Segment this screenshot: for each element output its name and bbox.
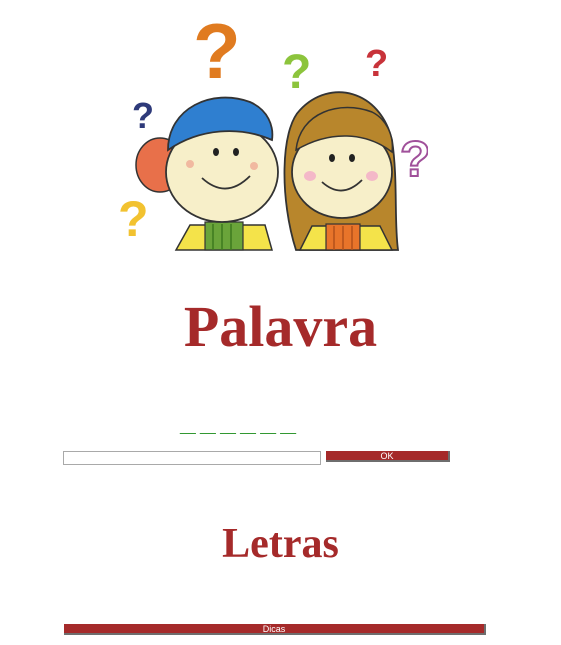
- page-title: Palavra: [183, 294, 378, 359]
- kids-question-illustration: ? ? ? ? ? ?: [118, 7, 428, 251]
- boy-character: [135, 96, 279, 251]
- hints-button[interactable]: Dicas: [64, 624, 486, 635]
- question-mark-orange-icon: ?: [193, 7, 241, 95]
- girl-character: [283, 91, 400, 251]
- letters-heading: Letras: [222, 521, 339, 567]
- question-mark-purple-icon: ?: [400, 131, 428, 187]
- ok-button[interactable]: OK: [326, 451, 450, 462]
- question-mark-navy-icon: ?: [132, 95, 154, 136]
- word-blanks: __ __ __ __ __ __: [180, 418, 297, 434]
- question-mark-red-icon: ?: [365, 43, 388, 85]
- question-mark-yellow-icon: ?: [118, 191, 149, 247]
- guess-input[interactable]: [63, 451, 321, 465]
- question-mark-green-icon: ?: [282, 46, 311, 99]
